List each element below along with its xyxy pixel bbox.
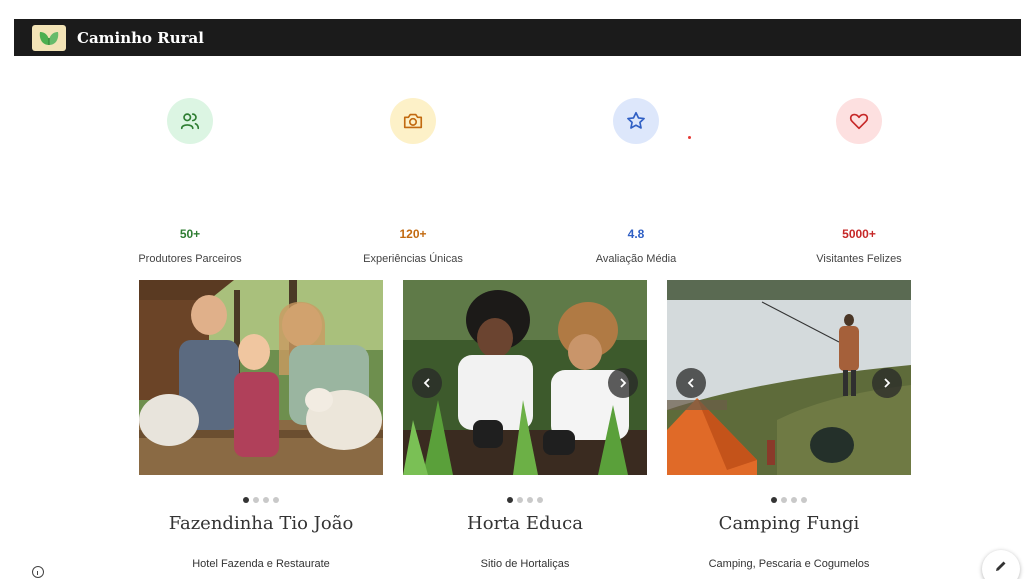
card-title[interactable]: Camping Fungi: [667, 513, 911, 534]
chevron-left-icon: [687, 378, 694, 388]
card-title[interactable]: Fazendinha Tio João: [139, 513, 383, 534]
carousel-prev-button[interactable]: [412, 368, 442, 398]
camera-icon: [390, 98, 436, 144]
carousel-dot[interactable]: [273, 497, 279, 503]
carousel-dots: [139, 497, 383, 503]
card-fazendinha[interactable]: Fazendinha Tio João Hotel Fazenda e Rest…: [139, 280, 383, 570]
carousel-next-button[interactable]: [872, 368, 902, 398]
stat-value: 5000+: [842, 227, 876, 241]
stat-value: 120+: [399, 227, 427, 241]
stat-experiences: 120+ Experiências Únicas: [313, 98, 513, 265]
card-image[interactable]: [667, 280, 911, 475]
info-icon[interactable]: [32, 566, 44, 578]
card-image[interactable]: [403, 280, 647, 475]
card-camping-fungi[interactable]: Camping Fungi Camping, Pescaria e Cogume…: [667, 280, 911, 570]
carousel-dots: [667, 497, 911, 503]
decorative-dot: [688, 136, 691, 139]
carousel-dot[interactable]: [517, 497, 523, 503]
carousel-dot[interactable]: [537, 497, 543, 503]
carousel-dot[interactable]: [771, 497, 777, 503]
stat-value: 4.8: [627, 227, 645, 241]
chevron-right-icon: [620, 378, 627, 388]
card-title[interactable]: Horta Educa: [403, 513, 647, 534]
card-subtitle: Camping, Pescaria e Cogumelos: [708, 558, 870, 570]
card-image[interactable]: [139, 280, 383, 475]
users-icon: [167, 98, 213, 144]
chevron-left-icon: [423, 378, 430, 388]
stat-label: Avaliação Média: [595, 253, 677, 265]
star-icon: [613, 98, 659, 144]
pencil-icon: [996, 561, 1006, 571]
card-subtitle: Sitio de Hortaliças: [480, 558, 570, 570]
carousel-dot[interactable]: [243, 497, 249, 503]
heart-icon: [836, 98, 882, 144]
carousel-dot[interactable]: [507, 497, 513, 503]
carousel-dot[interactable]: [263, 497, 269, 503]
stat-label: Produtores Parceiros: [138, 253, 242, 265]
stat-label: Visitantes Felizes: [816, 253, 902, 265]
carousel-dot[interactable]: [801, 497, 807, 503]
stat-producers: 50+ Produtores Parceiros: [90, 98, 290, 265]
top-header: Caminho Rural: [14, 19, 1021, 56]
card-horta-educa[interactable]: Horta Educa Sitio de Hortaliças: [403, 280, 647, 570]
family-farm-photo: [139, 280, 383, 475]
edit-button[interactable]: [982, 550, 1020, 579]
carousel-dot[interactable]: [527, 497, 533, 503]
stat-value: 50+: [179, 227, 201, 241]
stat-visitors: 5000+ Visitantes Felizes: [759, 98, 959, 265]
brand-name[interactable]: Caminho Rural: [77, 29, 204, 47]
card-subtitle: Hotel Fazenda e Restaurate: [192, 558, 330, 570]
stat-rating: 4.8 Avaliação Média: [536, 98, 736, 265]
leaf-logo-icon[interactable]: [32, 24, 66, 51]
stat-label: Experiências Únicas: [363, 253, 463, 265]
carousel-dots: [403, 497, 647, 503]
carousel-next-button[interactable]: [608, 368, 638, 398]
carousel-prev-button[interactable]: [676, 368, 706, 398]
chevron-right-icon: [884, 378, 891, 388]
carousel-dot[interactable]: [781, 497, 787, 503]
carousel-dot[interactable]: [253, 497, 259, 503]
carousel-dot[interactable]: [791, 497, 797, 503]
